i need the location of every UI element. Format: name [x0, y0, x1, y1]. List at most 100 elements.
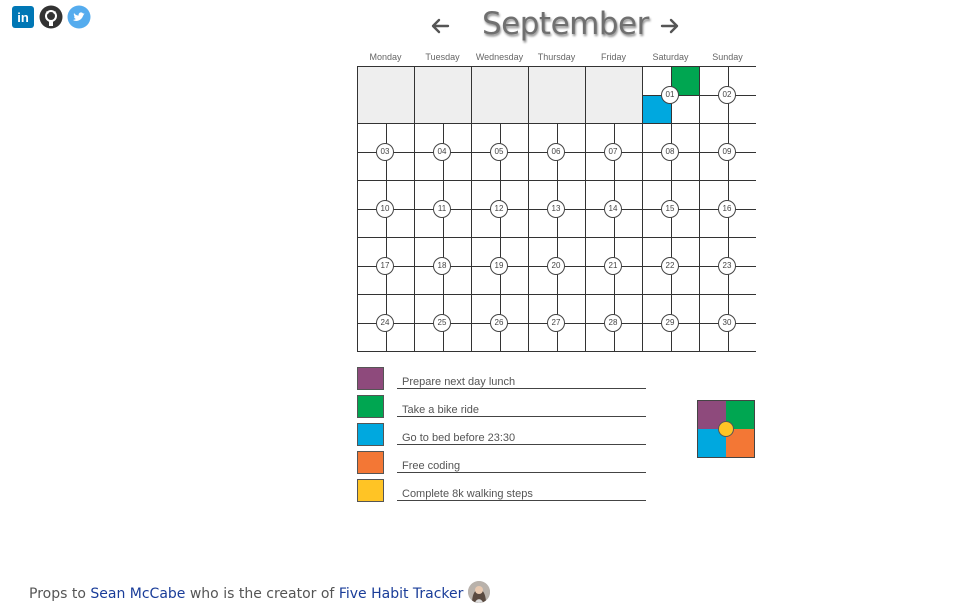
habit-label: Free coding	[402, 460, 461, 472]
weekday-thursday: Thursday	[537, 52, 576, 62]
day-cell-12[interactable]: 12	[471, 180, 528, 237]
empty-day-cell	[357, 66, 414, 123]
habit-key-tile	[697, 400, 755, 458]
twitter-icon[interactable]	[67, 5, 91, 29]
day-number: 09	[718, 143, 736, 161]
habit-swatch-lunch[interactable]	[357, 367, 384, 390]
arrow-left-icon[interactable]	[426, 14, 454, 38]
weekday-tuesday: Tuesday	[425, 52, 460, 62]
arrow-right-icon[interactable]	[656, 14, 684, 38]
calendar-grid: 01 02 03 04 05 06 07 08 09 10 11 12 13 14 15 16 17 18 19 20…	[357, 66, 756, 352]
day-number: 15	[661, 200, 679, 218]
month-header: September	[420, 4, 690, 48]
day-cell-23[interactable]: 23	[699, 237, 756, 294]
day-number: 18	[433, 257, 451, 275]
day-number: 12	[490, 200, 508, 218]
day-cell-28[interactable]: 28	[585, 294, 642, 351]
day-number: 30	[718, 314, 736, 332]
day-cell-29[interactable]: 29	[642, 294, 699, 351]
day-cell-09[interactable]: 09	[699, 123, 756, 180]
day-cell-01[interactable]: 01	[642, 66, 699, 123]
linkedin-text: in	[17, 10, 29, 25]
github-icon[interactable]	[39, 5, 63, 29]
day-cell-25[interactable]: 25	[414, 294, 471, 351]
day-cell-13[interactable]: 13	[528, 180, 585, 237]
footer-credits: Props to Sean McCabe who is the creator …	[29, 581, 491, 605]
day-number: 04	[433, 143, 451, 161]
weekday-sunday: Sunday	[712, 52, 743, 62]
habit-label: Complete 8k walking steps	[402, 488, 533, 500]
day-number: 17	[376, 257, 394, 275]
day-number: 27	[547, 314, 565, 332]
day-number: 29	[661, 314, 679, 332]
day-cell-14[interactable]: 14	[585, 180, 642, 237]
day-cell-11[interactable]: 11	[414, 180, 471, 237]
day-cell-05[interactable]: 05	[471, 123, 528, 180]
day-number: 19	[490, 257, 508, 275]
day-cell-21[interactable]: 21	[585, 237, 642, 294]
day-cell-24[interactable]: 24	[357, 294, 414, 351]
day-number: 21	[604, 257, 622, 275]
weekday-friday: Friday	[600, 52, 626, 62]
footer-prefix: Props to	[29, 586, 86, 602]
day-cell-22[interactable]: 22	[642, 237, 699, 294]
habit-label: Take a bike ride	[402, 404, 480, 416]
day-cell-08[interactable]: 08	[642, 123, 699, 180]
day-number: 11	[433, 200, 451, 218]
day-number: 08	[661, 143, 679, 161]
day-cell-16[interactable]: 16	[699, 180, 756, 237]
day-number: 23	[718, 257, 736, 275]
day-cell-20[interactable]: 20	[528, 237, 585, 294]
habit-row-coding: Free coding	[357, 451, 657, 475]
day-cell-18[interactable]: 18	[414, 237, 471, 294]
day-cell-10[interactable]: 10	[357, 180, 414, 237]
habit-swatch-bike[interactable]	[357, 395, 384, 418]
day-number: 26	[490, 314, 508, 332]
habit-row-steps: Complete 8k walking steps	[357, 479, 657, 503]
day-cell-30[interactable]: 30	[699, 294, 756, 351]
day-number: 14	[604, 200, 622, 218]
day-number: 20	[547, 257, 565, 275]
day-cell-03[interactable]: 03	[357, 123, 414, 180]
habit-row-lunch: Prepare next day lunch	[357, 367, 657, 391]
day-cell-07[interactable]: 07	[585, 123, 642, 180]
day-cell-26[interactable]: 26	[471, 294, 528, 351]
day-number: 01	[661, 86, 679, 104]
month-title: September	[482, 6, 649, 42]
empty-day-cell	[528, 66, 585, 123]
day-number: 02	[718, 86, 736, 104]
day-cell-15[interactable]: 15	[642, 180, 699, 237]
empty-day-cell	[414, 66, 471, 123]
habit-row-bed: Go to bed before 23:30	[357, 423, 657, 447]
footer-middle: who is the creator of	[189, 586, 335, 602]
day-number: 06	[547, 143, 565, 161]
social-links: in	[11, 5, 91, 29]
habit-swatch-coding[interactable]	[357, 451, 384, 474]
weekday-wednesday: Wednesday	[475, 52, 524, 62]
day-number: 22	[661, 257, 679, 275]
habit-row-bike: Take a bike ride	[357, 395, 657, 419]
weekday-monday: Monday	[369, 52, 402, 62]
weekday-saturday: Saturday	[652, 52, 689, 62]
weekday-header-row: Monday Tuesday Wednesday Thursday Friday Satu…	[357, 52, 755, 64]
day-cell-02[interactable]: 02	[699, 66, 756, 123]
author-link[interactable]: Sean McCabe	[90, 586, 185, 602]
avatar	[468, 581, 491, 603]
habit-label: Go to bed before 23:30	[402, 432, 516, 444]
day-cell-06[interactable]: 06	[528, 123, 585, 180]
day-number: 07	[604, 143, 622, 161]
habit-swatch-bed[interactable]	[357, 423, 384, 446]
project-link[interactable]: Five Habit Tracker	[339, 586, 464, 602]
day-cell-27[interactable]: 27	[528, 294, 585, 351]
day-cell-04[interactable]: 04	[414, 123, 471, 180]
linkedin-icon[interactable]: in	[11, 5, 35, 29]
day-number: 24	[376, 314, 394, 332]
day-number: 16	[718, 200, 736, 218]
key-center-steps	[718, 421, 734, 437]
day-cell-17[interactable]: 17	[357, 237, 414, 294]
habit-swatch-steps[interactable]	[357, 479, 384, 502]
day-number: 13	[547, 200, 565, 218]
day-number: 28	[604, 314, 622, 332]
day-number: 05	[490, 143, 508, 161]
day-cell-19[interactable]: 19	[471, 237, 528, 294]
